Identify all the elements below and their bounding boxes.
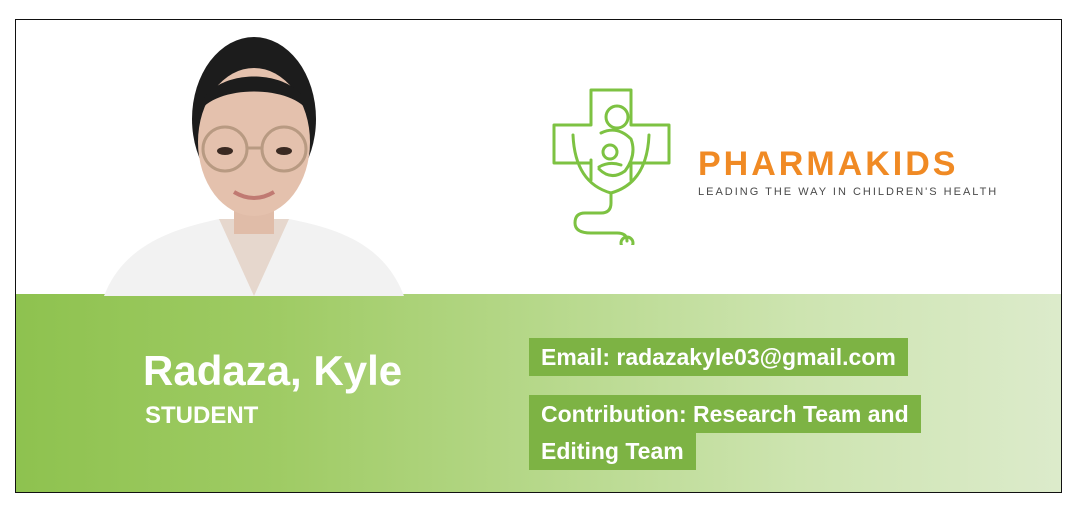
pharmakids-logo: PHARMAKIDS LEADING THE WAY IN CHILDREN'S… (551, 85, 1031, 245)
brand-tagline: LEADING THE WAY IN CHILDREN'S HEALTH (698, 186, 999, 198)
profile-photo (104, 37, 404, 296)
email-tag: Email: radazakyle03@gmail.com (529, 338, 908, 376)
profile-card: Radaza, Kyle STUDENT Email: radazakyle03… (15, 19, 1062, 493)
person-name: Radaza, Kyle (143, 347, 403, 394)
contribution-tag-line2: Editing Team (529, 432, 696, 470)
person-role: STUDENT (145, 402, 259, 429)
brand-name: PHARMAKIDS (698, 145, 959, 183)
cross-mother-child-stethoscope-icon (552, 88, 671, 245)
contribution-tag-line1: Contribution: Research Team and (529, 395, 921, 433)
